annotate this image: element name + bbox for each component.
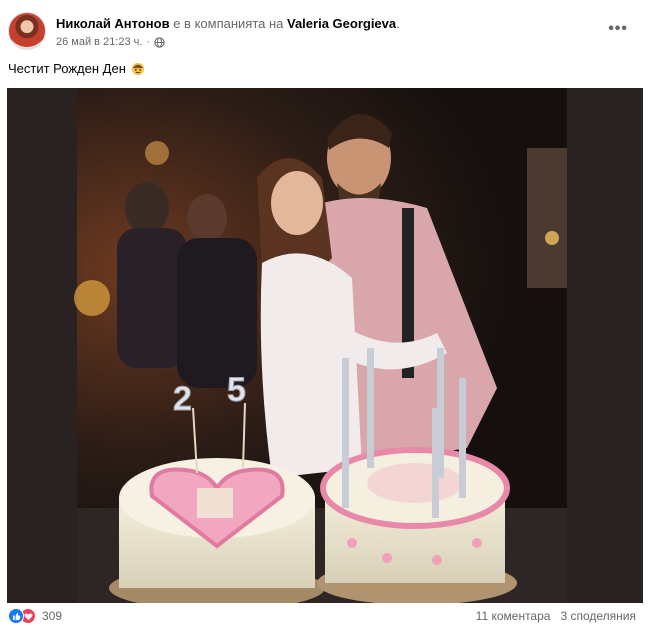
more-options-icon[interactable]: ••• <box>608 20 628 38</box>
with-text: е в компанията на <box>169 16 287 31</box>
globe-icon[interactable] <box>154 36 165 48</box>
post-photo[interactable]: 2 5 <box>7 88 643 603</box>
post-timestamp[interactable]: 26 май в 21:23 ч. <box>56 36 142 48</box>
comments-count-link[interactable]: 11 коментара <box>476 609 551 623</box>
reaction-count: 309 <box>42 609 63 623</box>
reactions-summary[interactable]: 309 <box>8 608 62 624</box>
candle-digit-5: 5 <box>227 371 246 409</box>
post-caption: Честит Рожден Ден <box>8 61 145 76</box>
meta-separator: · <box>146 36 151 48</box>
post-stats: 11 коментара 3 споделяния <box>476 609 636 623</box>
post-meta: 26 май в 21:23 ч. · <box>56 36 165 48</box>
like-reaction-icon <box>8 608 24 624</box>
candle-digit-2: 2 <box>173 380 192 418</box>
post-header: Николай Антонов е в компанията на Valeri… <box>8 10 638 54</box>
tagged-friend-name[interactable]: Valeria Georgieva <box>287 16 396 31</box>
author-avatar[interactable] <box>8 12 46 50</box>
emoji-icon <box>131 62 145 75</box>
post-footer: 309 11 коментара 3 споделяния <box>8 608 638 628</box>
author-line: Николай Антонов е в компанията на Valeri… <box>56 16 400 31</box>
tagged-suffix: . <box>396 16 400 31</box>
author-name[interactable]: Николай Антонов <box>56 16 170 31</box>
facebook-post: Николай Антонов е в компанията на Valeri… <box>0 0 649 632</box>
caption-text: Честит Рожден Ден <box>8 61 126 76</box>
birthday-photo-illustration: 2 5 <box>7 88 643 603</box>
shares-count-link[interactable]: 3 споделяния <box>560 609 636 623</box>
